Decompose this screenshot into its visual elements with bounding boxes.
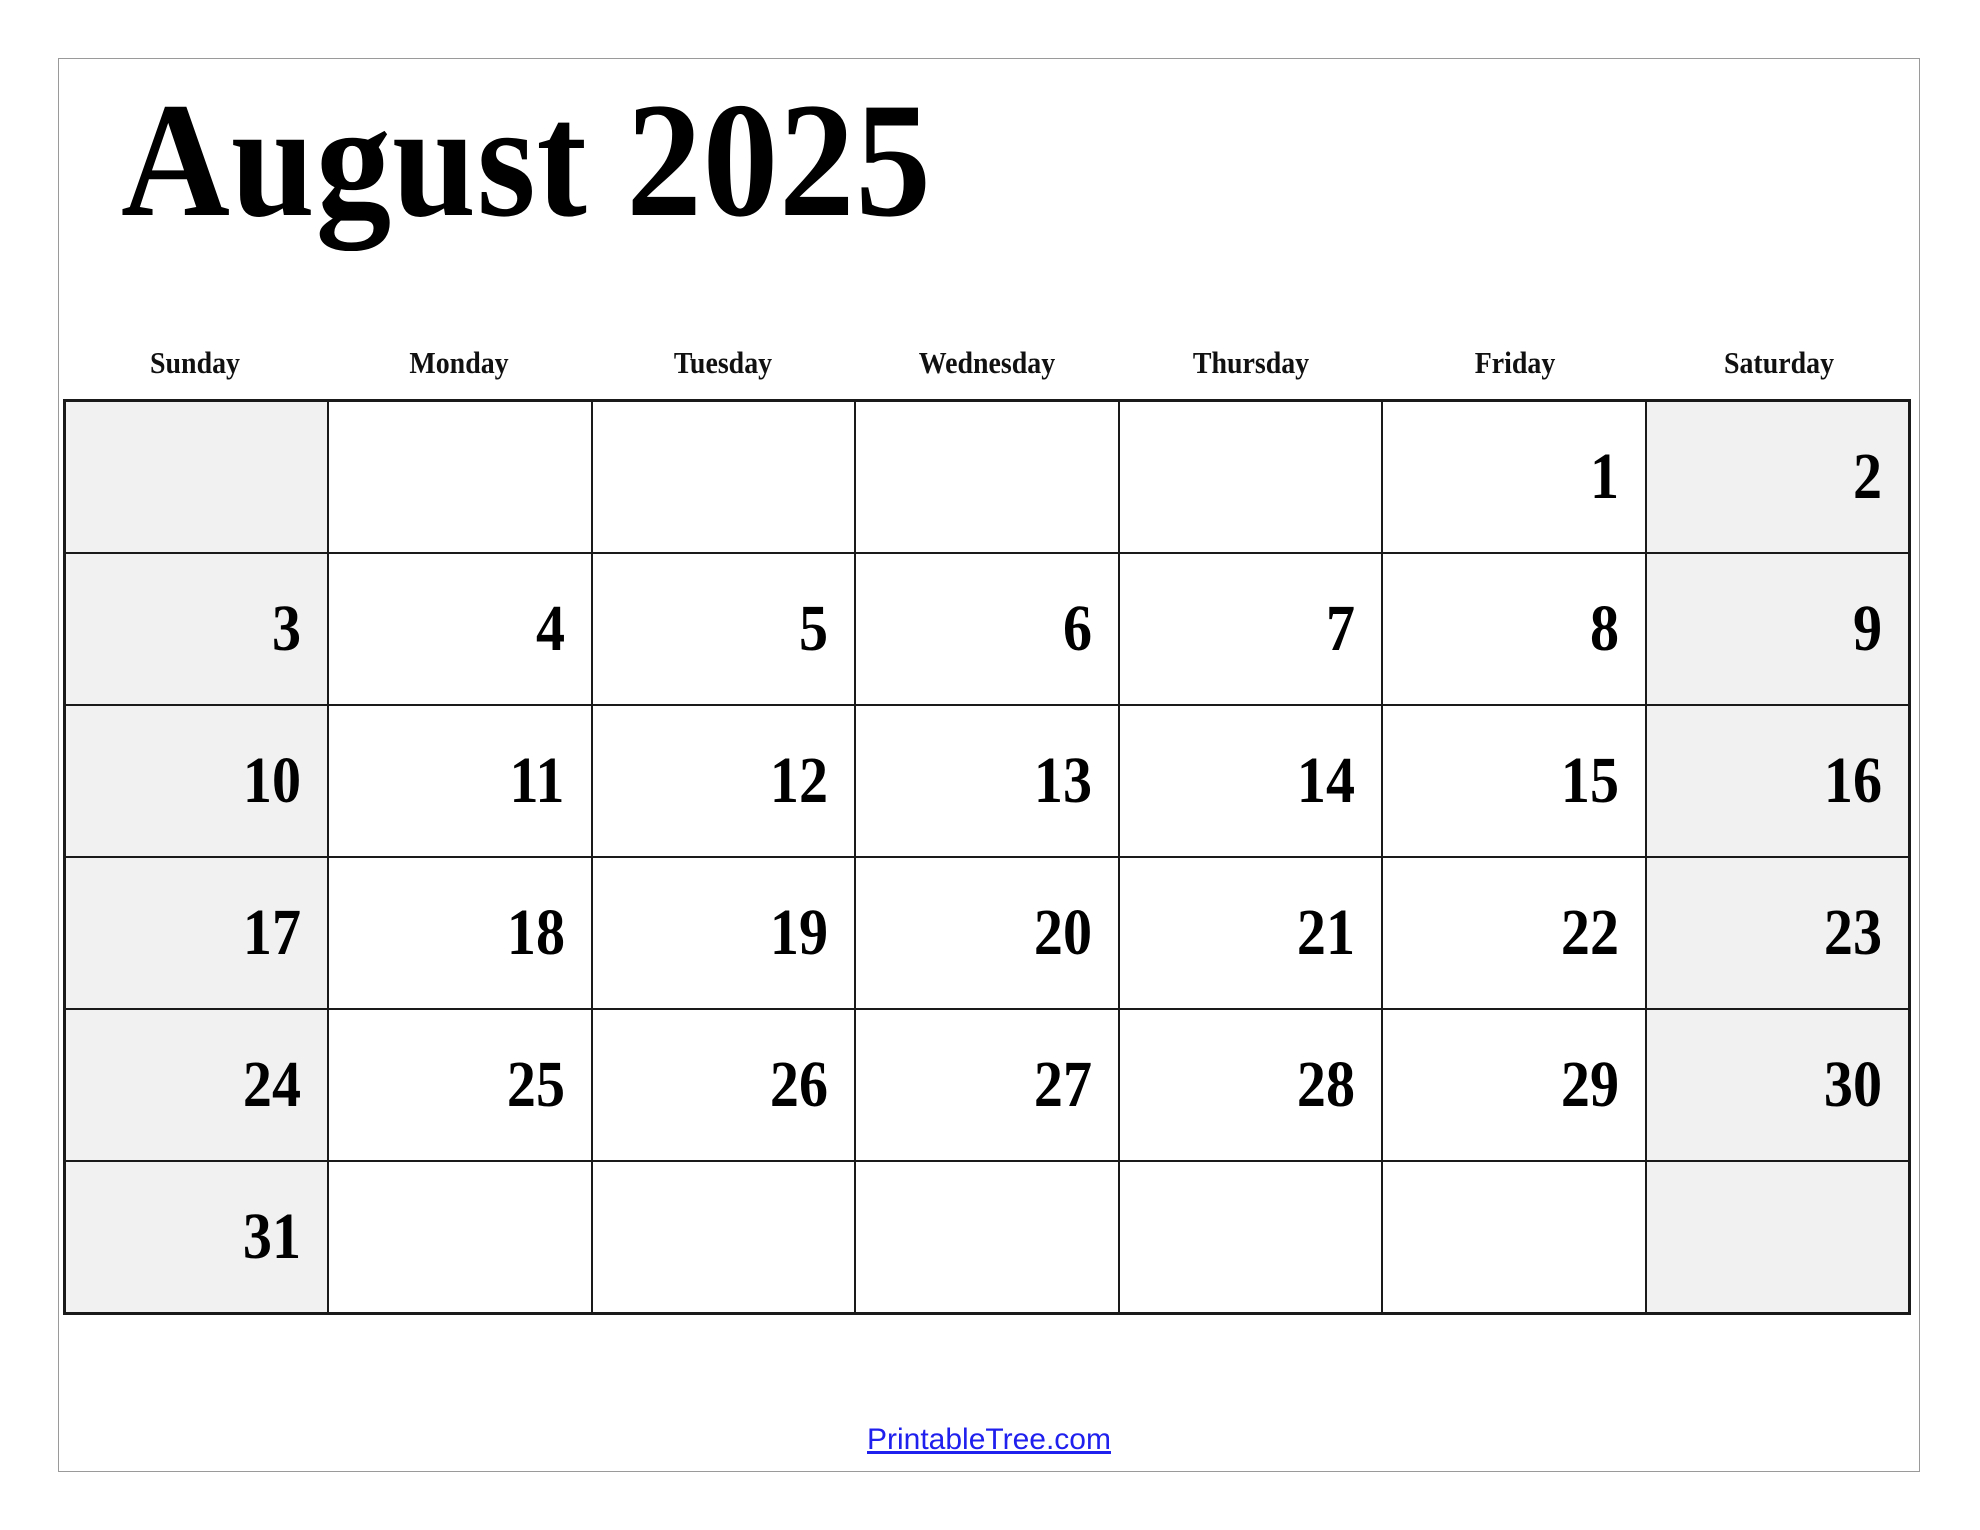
- day-cell[interactable]: 13: [854, 704, 1120, 858]
- day-number: 13: [1033, 744, 1092, 817]
- weekday-header-sunday: Sunday: [150, 345, 240, 380]
- day-cell[interactable]: 31: [63, 1160, 330, 1315]
- day-cell[interactable]: 11: [327, 704, 593, 858]
- day-number: 26: [770, 1048, 829, 1121]
- day-number: 27: [1033, 1048, 1092, 1121]
- day-number: 16: [1823, 744, 1882, 817]
- day-number: 29: [1560, 1048, 1619, 1121]
- day-number: 31: [242, 1200, 302, 1273]
- day-cell[interactable]: [1117, 1160, 1384, 1315]
- calendar-grid-area: Sunday Monday Tuesday Wednesday Thursday…: [63, 327, 1911, 1397]
- calendar-week-row: 17 18 19 20 21 22 23: [63, 856, 1911, 1010]
- day-cell[interactable]: [63, 399, 330, 554]
- day-cell[interactable]: 5: [590, 552, 857, 706]
- day-number: 19: [770, 896, 829, 969]
- day-cell[interactable]: 22: [1381, 856, 1647, 1010]
- day-number: 5: [799, 592, 829, 665]
- day-cell[interactable]: 7: [1117, 552, 1384, 706]
- day-number: 2: [1852, 440, 1882, 513]
- day-cell[interactable]: 12: [590, 704, 857, 858]
- day-number: 11: [509, 744, 565, 817]
- day-cell[interactable]: [1117, 399, 1384, 554]
- day-cell[interactable]: 17: [63, 856, 330, 1010]
- day-number: 28: [1297, 1048, 1356, 1121]
- day-cell[interactable]: 16: [1644, 704, 1911, 858]
- day-number: 15: [1560, 744, 1619, 817]
- calendar-week-row: 31: [63, 1160, 1911, 1315]
- day-cell[interactable]: 1: [1381, 399, 1647, 554]
- day-cell[interactable]: 18: [327, 856, 593, 1010]
- day-cell[interactable]: [590, 399, 857, 554]
- day-number: 17: [242, 896, 302, 969]
- day-cell[interactable]: 2: [1644, 399, 1911, 554]
- day-cell[interactable]: 27: [854, 1008, 1120, 1162]
- day-number: 3: [272, 592, 302, 665]
- day-number: 9: [1852, 592, 1882, 665]
- day-number: 8: [1589, 592, 1619, 665]
- day-number: 4: [535, 592, 565, 665]
- day-cell[interactable]: 21: [1117, 856, 1384, 1010]
- day-number: 7: [1326, 592, 1356, 665]
- day-cell[interactable]: 9: [1644, 552, 1911, 706]
- day-cell[interactable]: 20: [854, 856, 1120, 1010]
- weekday-header-friday: Friday: [1474, 345, 1556, 380]
- page-title: August 2025: [121, 70, 932, 251]
- day-number: 18: [506, 896, 565, 969]
- day-number: 30: [1823, 1048, 1882, 1121]
- weekday-header-tuesday: Tuesday: [673, 345, 773, 380]
- day-number: 14: [1297, 744, 1356, 817]
- day-cell[interactable]: 29: [1381, 1008, 1647, 1162]
- day-cell[interactable]: 4: [327, 552, 593, 706]
- weekday-header-monday: Monday: [409, 345, 509, 380]
- calendar-table: 1 2 3 4 5 6 7 8 9 10 11 12 13 14 15 16 1…: [63, 399, 1911, 1315]
- day-number: 6: [1062, 592, 1092, 665]
- footer: PrintableTree.com: [59, 1423, 1919, 1457]
- calendar-week-row: 1 2: [63, 399, 1911, 554]
- day-cell[interactable]: 24: [63, 1008, 330, 1162]
- day-number: 21: [1297, 896, 1356, 969]
- day-cell[interactable]: 8: [1381, 552, 1647, 706]
- day-cell[interactable]: [854, 399, 1120, 554]
- day-number: 1: [1589, 440, 1619, 513]
- day-cell[interactable]: 15: [1381, 704, 1647, 858]
- day-cell[interactable]: 28: [1117, 1008, 1384, 1162]
- printabletree-link[interactable]: PrintableTree.com: [867, 1423, 1111, 1456]
- day-cell[interactable]: 6: [854, 552, 1120, 706]
- calendar-page: August 2025 Sunday Monday Tuesday Wednes…: [58, 58, 1920, 1472]
- calendar-week-row: 10 11 12 13 14 15 16: [63, 704, 1911, 858]
- day-number: 12: [770, 744, 829, 817]
- day-cell[interactable]: [1381, 1160, 1647, 1315]
- day-cell[interactable]: [590, 1160, 857, 1315]
- day-number: 23: [1823, 896, 1882, 969]
- day-cell[interactable]: [854, 1160, 1120, 1315]
- weekday-header-saturday: Saturday: [1723, 345, 1835, 380]
- day-cell[interactable]: 14: [1117, 704, 1384, 858]
- day-cell[interactable]: [327, 1160, 593, 1315]
- day-cell[interactable]: [327, 399, 593, 554]
- day-cell[interactable]: 30: [1644, 1008, 1911, 1162]
- calendar-week-row: 3 4 5 6 7 8 9: [63, 552, 1911, 706]
- day-cell[interactable]: 19: [590, 856, 857, 1010]
- day-cell[interactable]: 25: [327, 1008, 593, 1162]
- day-cell[interactable]: 23: [1644, 856, 1911, 1010]
- day-number: 22: [1560, 896, 1619, 969]
- day-cell[interactable]: [1644, 1160, 1911, 1315]
- calendar-week-row: 24 25 26 27 28 29 30: [63, 1008, 1911, 1162]
- day-number: 24: [242, 1048, 302, 1121]
- day-cell[interactable]: 10: [63, 704, 330, 858]
- weekday-header-thursday: Thursday: [1192, 345, 1310, 380]
- weekday-header-row: Sunday Monday Tuesday Wednesday Thursday…: [63, 327, 1911, 399]
- day-cell[interactable]: 26: [590, 1008, 857, 1162]
- weekday-header-wednesday: Wednesday: [918, 345, 1056, 380]
- day-number: 25: [506, 1048, 565, 1121]
- title-area: August 2025: [59, 59, 1919, 319]
- day-cell[interactable]: 3: [63, 552, 330, 706]
- day-number: 10: [242, 744, 302, 817]
- day-number: 20: [1033, 896, 1092, 969]
